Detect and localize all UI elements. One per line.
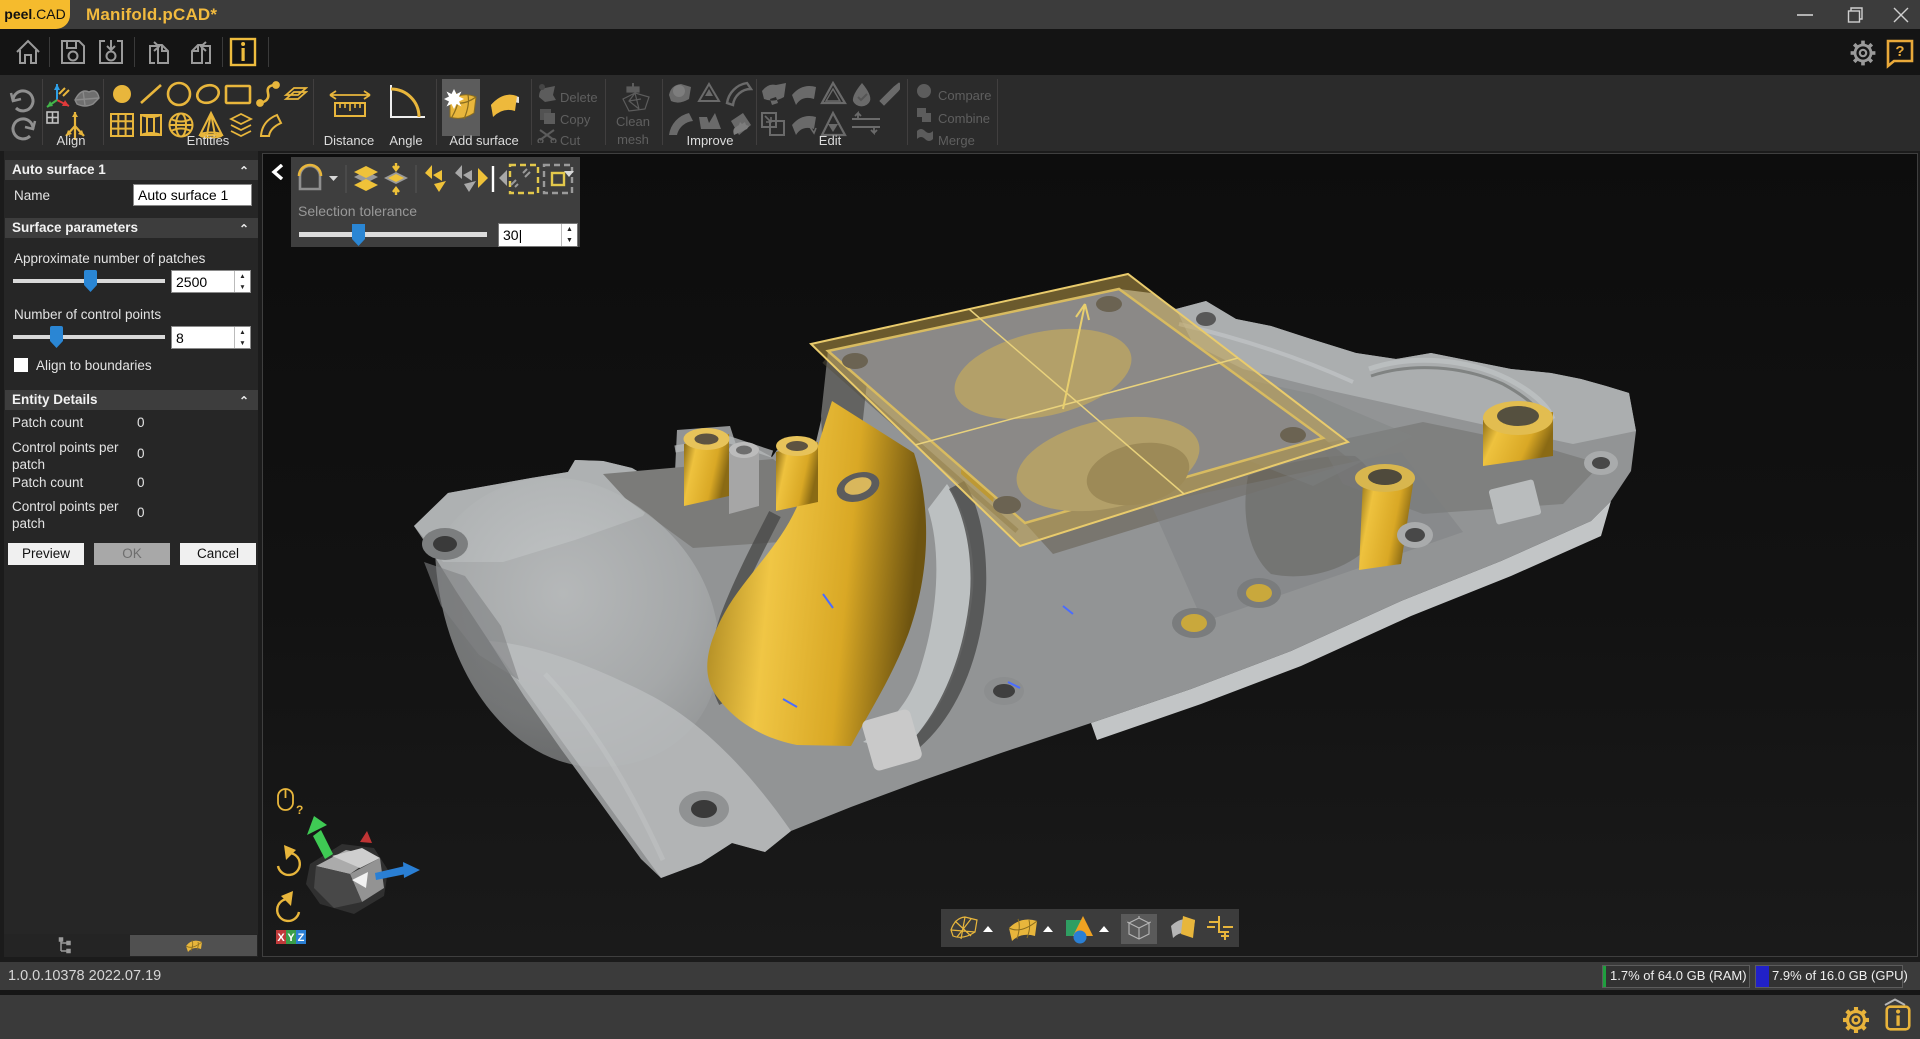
svg-text:?: ? [296,803,303,817]
svg-text:Y: Y [287,932,295,944]
svg-text:X: X [277,932,285,944]
svg-text:?: ? [1895,43,1904,60]
svg-text:Z: Z [298,932,305,944]
